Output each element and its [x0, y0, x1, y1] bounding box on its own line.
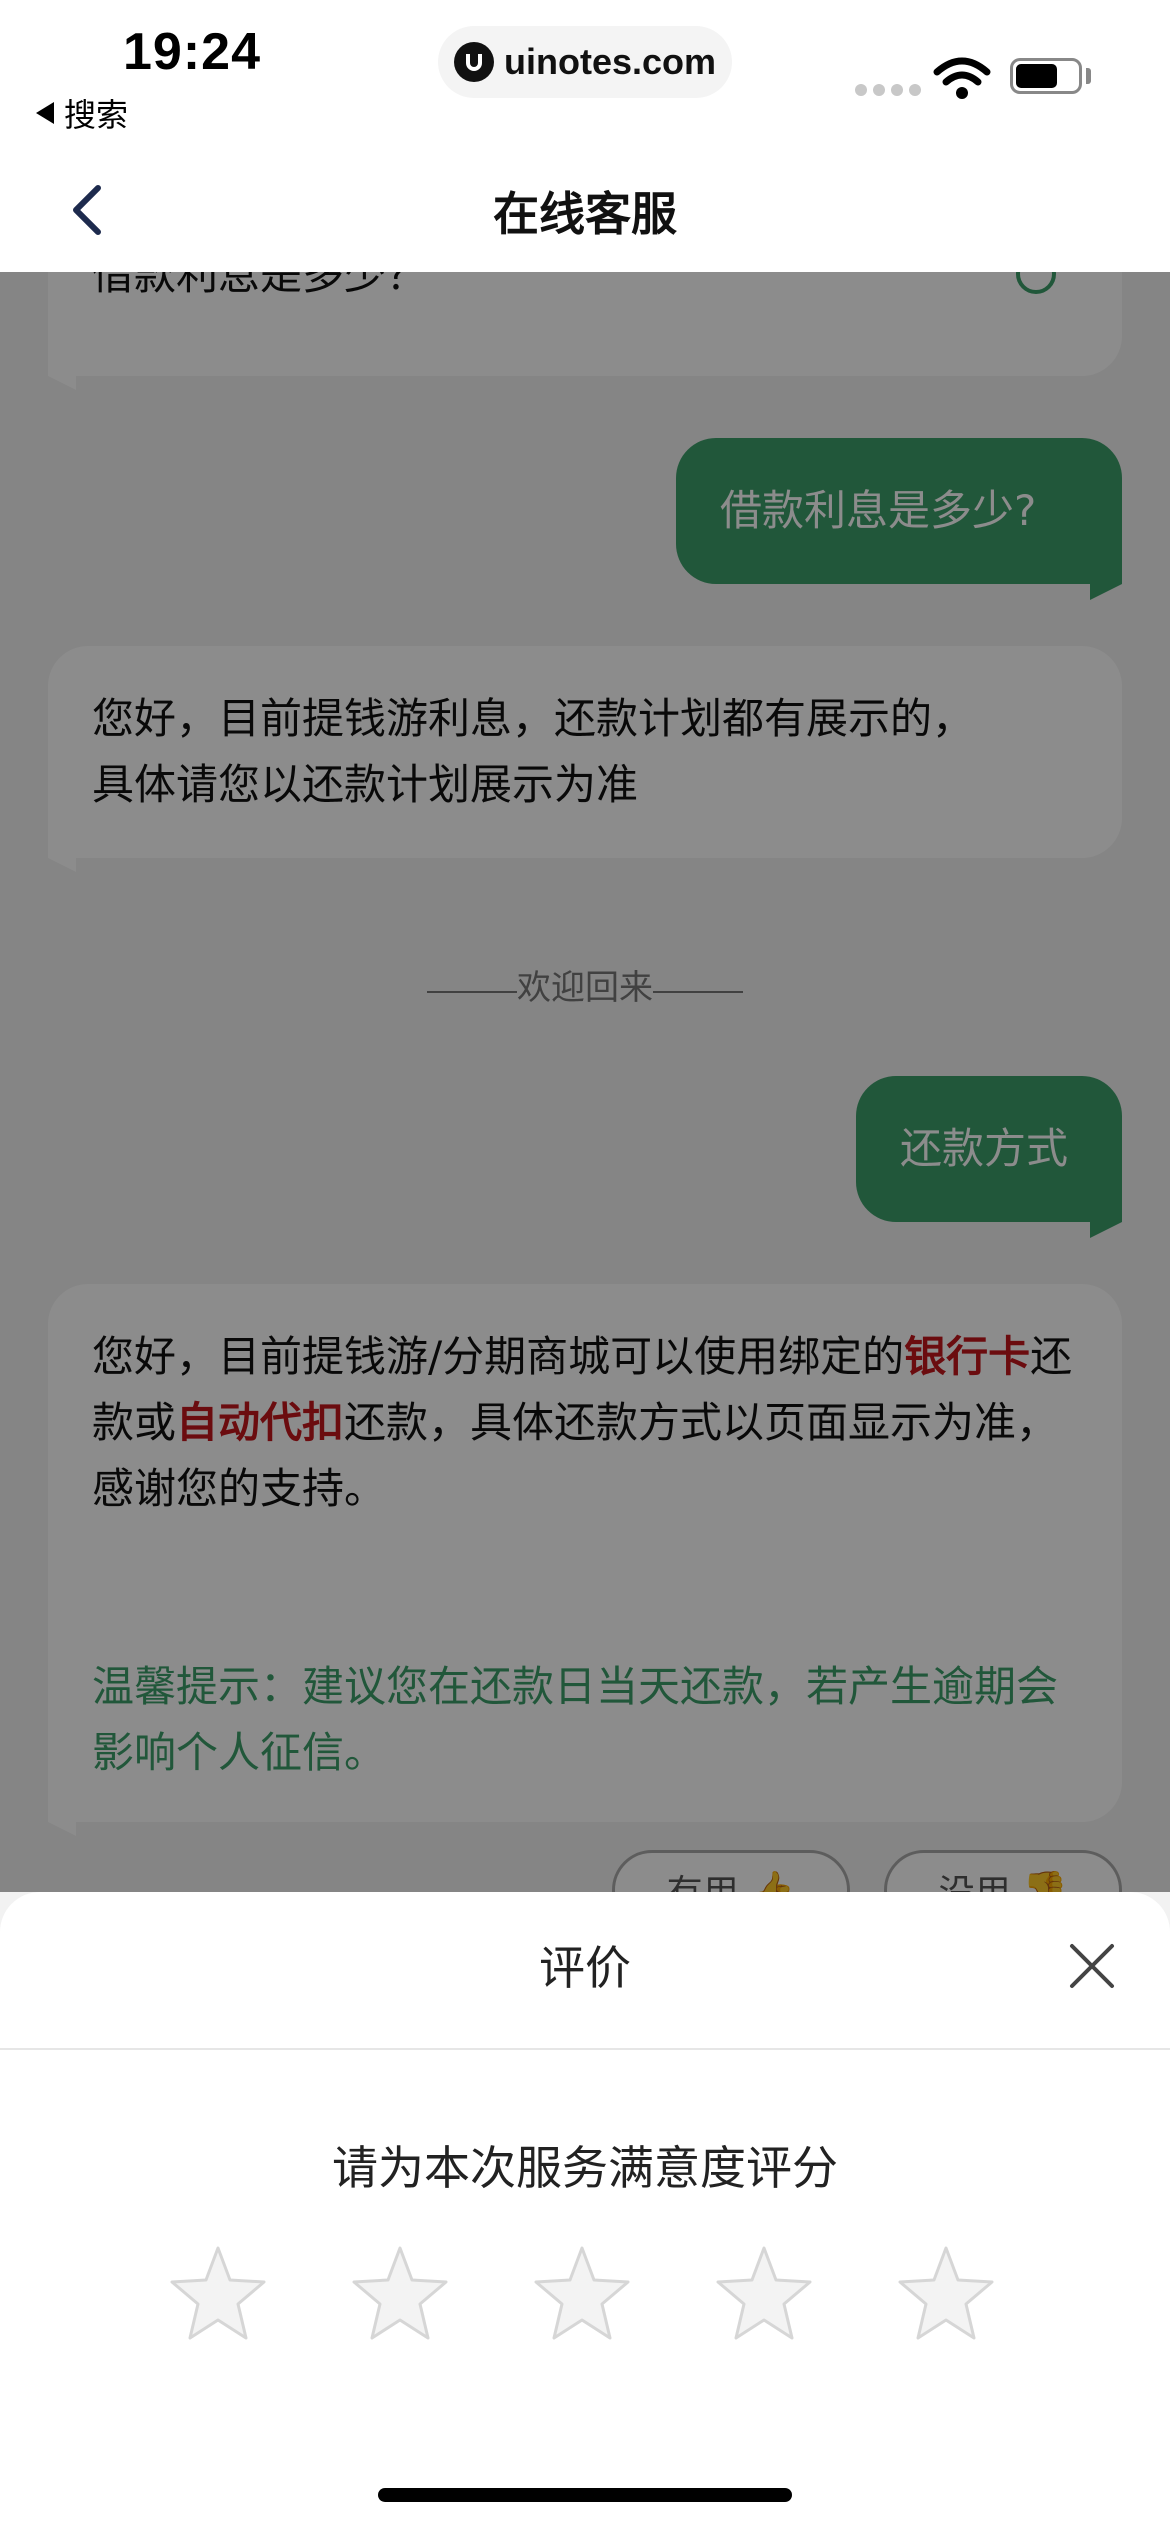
- modal-overlay[interactable]: [0, 272, 1170, 1892]
- star-rating: [168, 2244, 996, 2344]
- back-triangle-icon: [36, 102, 54, 124]
- wifi-icon: [933, 57, 991, 99]
- url-text: uinotes.com: [503, 41, 717, 82]
- status-time: 19:24: [123, 23, 261, 81]
- url-pill[interactable]: uinotes.com: [438, 26, 732, 98]
- sheet-title: 评价: [539, 1941, 631, 1995]
- nav-bar: 在线客服: [0, 150, 1170, 272]
- rating-sheet: 评价 请为本次服务满意度评分: [0, 1892, 1170, 2532]
- back-to-app-link[interactable]: 搜索: [36, 90, 128, 136]
- sheet-divider: [0, 2048, 1170, 2050]
- home-indicator: [378, 2488, 792, 2502]
- star-icon-2[interactable]: [350, 2244, 450, 2344]
- close-icon[interactable]: [1066, 1940, 1118, 1992]
- page-title: 在线客服: [493, 187, 677, 241]
- cell-signal-icon: [855, 84, 921, 96]
- site-logo-icon: [453, 42, 494, 82]
- rating-prompt: 请为本次服务满意度评分: [332, 2141, 838, 2195]
- star-icon-1[interactable]: [168, 2244, 268, 2344]
- star-icon-5[interactable]: [896, 2244, 996, 2344]
- battery-icon: [1010, 58, 1082, 94]
- star-icon-3[interactable]: [532, 2244, 632, 2344]
- status-bar: 19:24 搜索 uinotes.com: [0, 0, 1170, 150]
- battery-tip: [1086, 68, 1091, 84]
- back-app-label: 搜索: [64, 96, 129, 134]
- app-root: 19:24 搜索 uinotes.com 在线客服 借款利息是多少？ 借款利息是…: [0, 0, 1170, 2532]
- star-icon-4[interactable]: [714, 2244, 814, 2344]
